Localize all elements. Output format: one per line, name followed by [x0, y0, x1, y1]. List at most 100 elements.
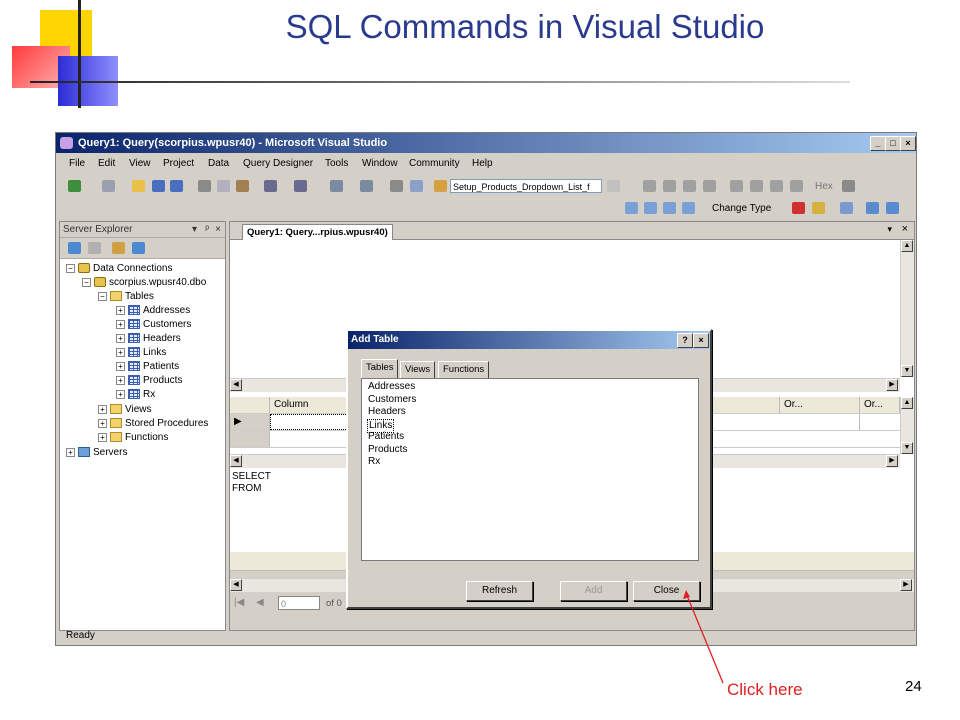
- expand-icon[interactable]: +: [66, 447, 75, 457]
- add-button[interactable]: Add: [560, 581, 627, 601]
- expand-icon[interactable]: +: [116, 361, 125, 371]
- step-into-icon[interactable]: [750, 180, 763, 192]
- panel-dropdown-icon[interactable]: ▾: [192, 222, 197, 237]
- expand-icon[interactable]: +: [116, 375, 125, 385]
- auto-hide-pin-icon[interactable]: ᵖ: [205, 222, 209, 237]
- current-row-indicator[interactable]: ▶: [230, 414, 270, 430]
- scroll-down-arrow[interactable]: ▼: [901, 442, 913, 454]
- collapse-icon[interactable]: −: [98, 291, 107, 301]
- help-button[interactable]: ?: [677, 333, 693, 348]
- refresh-icon[interactable]: [68, 242, 81, 254]
- tab-views[interactable]: Views: [400, 361, 436, 378]
- minimize-button[interactable]: _: [870, 136, 886, 151]
- scroll-up-arrow[interactable]: ▲: [901, 397, 913, 409]
- tree-node-servers[interactable]: + Servers: [66, 446, 127, 459]
- tree-node-table-rx[interactable]: + Rx: [116, 388, 155, 401]
- tree-node-views[interactable]: + Views: [98, 403, 152, 416]
- expand-icon[interactable]: +: [98, 432, 107, 442]
- start-debugging-icon[interactable]: [390, 180, 403, 192]
- tree-node-data-connections[interactable]: − Data Connections: [66, 262, 173, 275]
- verify-sql-icon[interactable]: [812, 202, 825, 214]
- tree-node-stored-procedures[interactable]: + Stored Procedures: [98, 417, 208, 430]
- step-out-icon[interactable]: [790, 180, 803, 192]
- previous-record-icon[interactable]: ◀: [256, 597, 264, 608]
- scroll-up-arrow[interactable]: ▲: [901, 240, 913, 252]
- step-over-icon[interactable]: [770, 180, 783, 192]
- connect-to-server-icon[interactable]: [132, 242, 145, 254]
- connect-to-database-icon[interactable]: [112, 242, 125, 254]
- tree-node-table-patients[interactable]: + Patients: [116, 360, 179, 373]
- tables-list[interactable]: Addresses Customers Headers Links Patien…: [361, 378, 699, 561]
- show-results-pane-icon[interactable]: [682, 202, 695, 214]
- column-header-filter[interactable]: er: [700, 397, 780, 413]
- menu-query-designer[interactable]: Query Designer: [243, 158, 313, 169]
- column-header-or-1[interactable]: Or...: [780, 397, 860, 413]
- expand-icon[interactable]: +: [98, 404, 107, 414]
- add-table-icon[interactable]: [866, 202, 879, 214]
- list-item[interactable]: Products: [367, 444, 408, 456]
- list-item[interactable]: Headers: [367, 406, 407, 418]
- menu-data[interactable]: Data: [208, 158, 229, 169]
- tree-node-table-customers[interactable]: + Customers: [116, 318, 191, 331]
- change-type-button[interactable]: Change Type: [712, 203, 771, 214]
- diagram-pane-vertical-scrollbar[interactable]: ▲ ▼: [900, 240, 914, 377]
- expand-icon[interactable]: +: [116, 319, 125, 329]
- new-project-icon[interactable]: [68, 180, 81, 192]
- criteria-pane-vertical-scrollbar[interactable]: ▲ ▼: [900, 397, 914, 454]
- tree-node-table-products[interactable]: + Products: [116, 374, 182, 387]
- scroll-down-arrow[interactable]: ▼: [901, 365, 913, 377]
- copy-icon[interactable]: [217, 180, 230, 192]
- configuration-combo[interactable]: Setup_Products_Dropdown_List_f: [450, 179, 602, 193]
- save-icon[interactable]: [152, 180, 165, 192]
- menu-edit[interactable]: Edit: [98, 158, 115, 169]
- close-window-button[interactable]: ×: [900, 136, 916, 151]
- or-cell[interactable]: [780, 414, 860, 430]
- redo-icon[interactable]: [294, 180, 307, 192]
- continue-icon[interactable]: [643, 180, 656, 192]
- stop-refresh-icon[interactable]: [88, 242, 101, 254]
- menu-community[interactable]: Community: [409, 158, 460, 169]
- tree-node-tables[interactable]: − Tables: [98, 290, 154, 303]
- expand-icon[interactable]: +: [116, 389, 125, 399]
- column-header-or-2[interactable]: Or...: [860, 397, 900, 413]
- maximize-button[interactable]: □: [885, 136, 901, 151]
- tree-node-table-links[interactable]: + Links: [116, 346, 166, 359]
- list-item[interactable]: Rx: [367, 456, 381, 468]
- breakpoints-icon[interactable]: [842, 180, 855, 192]
- show-sql-pane-icon[interactable]: [663, 202, 676, 214]
- expand-icon[interactable]: +: [98, 418, 107, 428]
- scroll-right-arrow[interactable]: ▶: [886, 455, 898, 467]
- menu-file[interactable]: File: [69, 158, 85, 169]
- add-new-derived-table-icon[interactable]: [886, 202, 899, 214]
- scroll-left-arrow[interactable]: ◀: [230, 455, 242, 467]
- add-item-icon[interactable]: [102, 180, 115, 192]
- tab-tables[interactable]: Tables: [361, 359, 399, 378]
- scroll-right-arrow[interactable]: ▶: [900, 579, 912, 591]
- refresh-button[interactable]: Refresh: [466, 581, 533, 601]
- execute-sql-icon[interactable]: [792, 202, 805, 214]
- menu-help[interactable]: Help: [472, 158, 493, 169]
- hex-toggle[interactable]: Hex: [815, 181, 833, 192]
- combo-dropdown-arrow[interactable]: [607, 180, 620, 192]
- tree-node-connection[interactable]: − scorpius.wpusr40.dbo: [82, 276, 206, 289]
- menu-tools[interactable]: Tools: [325, 158, 348, 169]
- tree-node-table-headers[interactable]: + Headers: [116, 332, 181, 345]
- collapse-icon[interactable]: −: [82, 277, 91, 287]
- menu-view[interactable]: View: [129, 158, 151, 169]
- tab-list-dropdown-icon[interactable]: ▾: [887, 224, 892, 235]
- scroll-right-arrow[interactable]: ▶: [886, 379, 898, 391]
- dialog-close-icon[interactable]: ×: [693, 333, 709, 348]
- expand-icon[interactable]: +: [116, 333, 125, 343]
- list-item[interactable]: Patients: [367, 431, 405, 443]
- undo-icon[interactable]: [264, 180, 277, 192]
- navigate-forward-icon[interactable]: [360, 180, 373, 192]
- group-by-icon[interactable]: [840, 202, 853, 214]
- menu-window[interactable]: Window: [362, 158, 398, 169]
- show-next-statement-icon[interactable]: [730, 180, 743, 192]
- paste-icon[interactable]: [236, 180, 249, 192]
- scroll-left-arrow[interactable]: ◀: [230, 379, 242, 391]
- tree-node-functions[interactable]: + Functions: [98, 431, 168, 444]
- first-record-icon[interactable]: |◀: [234, 597, 244, 608]
- restart-icon[interactable]: [703, 180, 716, 192]
- list-item[interactable]: Customers: [367, 394, 417, 406]
